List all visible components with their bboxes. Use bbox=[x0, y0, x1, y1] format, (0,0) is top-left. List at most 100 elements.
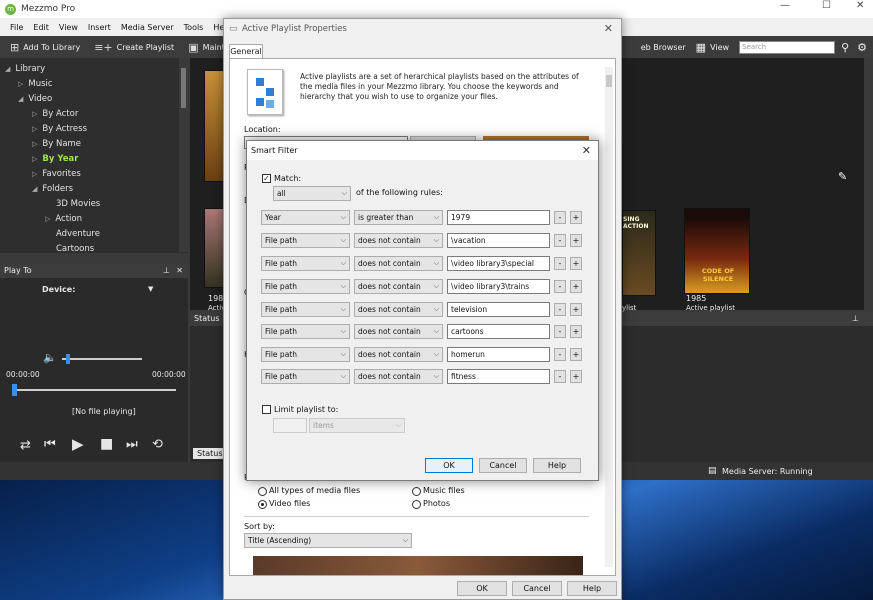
expand-arrow-icon[interactable]: ◢ bbox=[18, 95, 23, 103]
rule-operator-select[interactable]: does not contain ⌵ bbox=[354, 347, 443, 362]
rule-field-select[interactable]: File path ⌵ bbox=[261, 302, 350, 317]
expand-arrow-icon[interactable]: ▷ bbox=[32, 170, 37, 178]
remove-rule-button[interactable]: - bbox=[554, 234, 566, 247]
rule-operator-select[interactable]: does not contain ⌵ bbox=[354, 302, 443, 317]
maximize-button[interactable]: ☐ bbox=[822, 0, 831, 11]
add-rule-button[interactable]: + bbox=[570, 211, 582, 224]
dialog-close-button[interactable]: ✕ bbox=[604, 22, 613, 35]
tree-horizontal-scrollbar[interactable] bbox=[0, 253, 188, 262]
tree-item-favorites[interactable]: ▷ Favorites bbox=[32, 167, 81, 181]
expand-arrow-icon[interactable]: ◢ bbox=[32, 185, 37, 193]
edit-pencil-icon[interactable]: ✎ bbox=[838, 170, 847, 183]
add-to-library-button[interactable]: ⊞ Add To Library bbox=[10, 41, 80, 54]
tree-vertical-scrollbar[interactable] bbox=[179, 58, 188, 252]
expand-arrow-icon[interactable]: ▷ bbox=[32, 110, 37, 118]
remove-rule-button[interactable]: - bbox=[554, 257, 566, 270]
rule-operator-select[interactable]: does not contain ⌵ bbox=[354, 279, 443, 294]
properties-scrollbar[interactable] bbox=[605, 67, 613, 567]
rule-operator-select[interactable]: does not contain ⌵ bbox=[354, 233, 443, 248]
search-input[interactable]: Search bbox=[739, 40, 836, 54]
tree-item-music[interactable]: ▷ Music bbox=[18, 77, 53, 91]
tab-general[interactable]: General bbox=[229, 44, 263, 59]
scrollbar-thumb[interactable] bbox=[606, 75, 612, 87]
menu-file[interactable]: File bbox=[10, 23, 23, 32]
rule-operator-select[interactable]: does not contain ⌵ bbox=[354, 369, 443, 384]
poster-thumbnail[interactable]: CODE OF SILENCE bbox=[684, 208, 750, 294]
limit-unit-select[interactable]: items ⌵ bbox=[309, 418, 405, 433]
scrollbar-thumb[interactable] bbox=[181, 68, 186, 108]
remove-rule-button[interactable]: - bbox=[554, 303, 566, 316]
rule-value-input[interactable]: homerun bbox=[447, 347, 550, 362]
repeat-icon[interactable]: ⟲ bbox=[152, 437, 163, 452]
limit-playlist-checkbox[interactable] bbox=[262, 405, 271, 414]
remove-rule-button[interactable]: - bbox=[554, 370, 566, 383]
poster-thumbnail[interactable] bbox=[204, 70, 224, 182]
add-rule-button[interactable]: + bbox=[570, 325, 582, 338]
next-icon[interactable]: ⏭ bbox=[126, 437, 138, 452]
shuffle-icon[interactable]: ⇄ bbox=[20, 438, 31, 453]
add-rule-button[interactable]: + bbox=[570, 234, 582, 247]
seek-slider[interactable] bbox=[12, 384, 176, 396]
radio-video-files[interactable] bbox=[258, 500, 267, 509]
smart-filter-help-button[interactable]: Help bbox=[533, 458, 581, 473]
web-browser-button[interactable]: eb Browser bbox=[641, 43, 686, 52]
expand-arrow-icon[interactable]: ▷ bbox=[45, 215, 50, 223]
previous-icon[interactable]: ⏮ bbox=[44, 437, 56, 452]
view-button[interactable]: View bbox=[710, 43, 729, 52]
tree-item-adventure[interactable]: Adventure bbox=[56, 227, 100, 241]
expand-arrow-icon[interactable]: ▷ bbox=[32, 125, 37, 133]
menu-insert[interactable]: Insert bbox=[88, 23, 111, 32]
menu-media-server[interactable]: Media Server bbox=[121, 23, 174, 32]
expand-arrow-icon[interactable]: ▷ bbox=[18, 80, 23, 88]
play-icon[interactable]: ▶ bbox=[72, 435, 84, 453]
remove-rule-button[interactable]: - bbox=[554, 325, 566, 338]
tree-item-library[interactable]: ◢ Library bbox=[5, 62, 45, 76]
volume-slider[interactable] bbox=[62, 354, 142, 364]
minimize-button[interactable]: — bbox=[780, 0, 790, 11]
poster-thumbnail[interactable] bbox=[204, 208, 224, 288]
radio-all-media[interactable] bbox=[258, 487, 267, 496]
tree-item-video[interactable]: ◢ Video bbox=[18, 92, 52, 106]
device-dropdown-icon[interactable]: ▼ bbox=[148, 285, 153, 293]
rule-field-select[interactable]: File path ⌵ bbox=[261, 347, 350, 362]
volume-icon[interactable]: 🔈 bbox=[43, 351, 57, 364]
rule-value-input[interactable]: 1979 bbox=[447, 210, 550, 225]
tree-item-by-actor[interactable]: ▷ By Actor bbox=[32, 107, 78, 121]
panel-close-icon[interactable]: ✕ bbox=[176, 264, 183, 278]
status-tab[interactable]: Status bbox=[193, 448, 227, 459]
settings-icon[interactable]: ⚙ bbox=[857, 41, 867, 54]
menu-tools[interactable]: Tools bbox=[184, 23, 204, 32]
props-ok-button[interactable]: OK bbox=[457, 581, 507, 596]
add-rule-button[interactable]: + bbox=[570, 280, 582, 293]
rule-field-select[interactable]: File path ⌵ bbox=[261, 256, 350, 271]
rule-value-input[interactable]: television bbox=[447, 302, 550, 317]
sort-by-select[interactable]: Title (Ascending) ⌵ bbox=[244, 533, 412, 548]
match-select[interactable]: all ⌵ bbox=[273, 186, 351, 201]
rule-value-input[interactable]: \video library3\special bbox=[447, 256, 550, 271]
add-rule-button[interactable]: + bbox=[570, 257, 582, 270]
tree-item-folders[interactable]: ◢ Folders bbox=[32, 182, 73, 196]
rule-value-input[interactable]: cartoons bbox=[447, 324, 550, 339]
props-help-button[interactable]: Help bbox=[567, 581, 617, 596]
radio-photos[interactable] bbox=[412, 500, 421, 509]
tree-item-by-year[interactable]: ▷ By Year bbox=[32, 152, 78, 166]
expand-arrow-icon[interactable]: ▷ bbox=[32, 155, 37, 163]
smart-filter-cancel-button[interactable]: Cancel bbox=[479, 458, 527, 473]
add-rule-button[interactable]: + bbox=[570, 370, 582, 383]
rule-field-select[interactable]: Year ⌵ bbox=[261, 210, 350, 225]
add-rule-button[interactable]: + bbox=[570, 303, 582, 316]
match-checkbox[interactable]: ✓ bbox=[262, 174, 271, 183]
rule-field-select[interactable]: File path ⌵ bbox=[261, 369, 350, 384]
smart-filter-ok-button[interactable]: OK bbox=[425, 458, 473, 473]
tree-item-3d-movies[interactable]: 3D Movies bbox=[56, 197, 100, 211]
content-scrollbar[interactable] bbox=[864, 58, 873, 310]
volume-slider-thumb[interactable] bbox=[66, 354, 70, 364]
expand-arrow-icon[interactable]: ◢ bbox=[5, 65, 10, 73]
pin-icon[interactable]: ⊥ bbox=[852, 312, 859, 326]
grid-view-icon[interactable]: ▦ bbox=[696, 41, 706, 54]
smart-filter-close-button[interactable]: ✕ bbox=[582, 141, 591, 160]
radio-music-files[interactable] bbox=[412, 487, 421, 496]
menu-edit[interactable]: Edit bbox=[33, 23, 49, 32]
limit-count-input[interactable] bbox=[273, 418, 307, 433]
seek-slider-thumb[interactable] bbox=[12, 384, 17, 396]
